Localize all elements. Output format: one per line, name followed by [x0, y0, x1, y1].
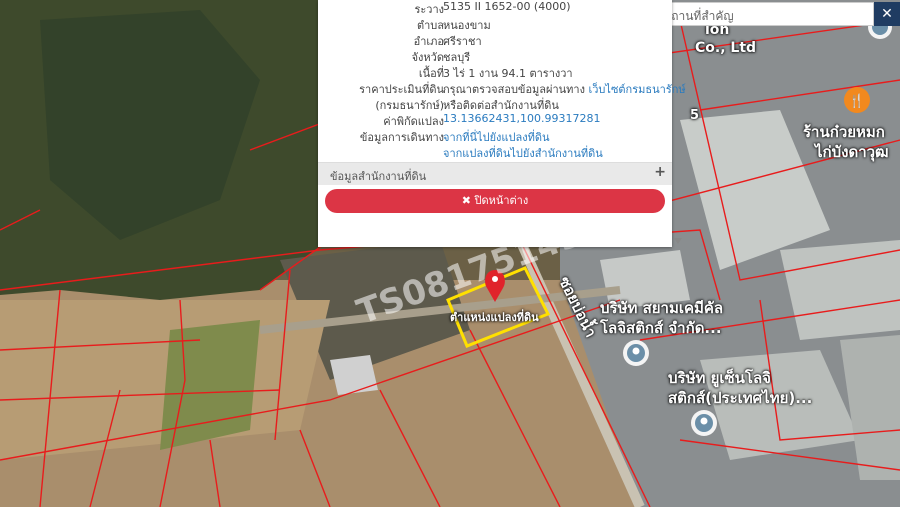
- shop-label-2[interactable]: ไก่บังดาวุฒ: [815, 140, 889, 164]
- close-icon[interactable]: ✕: [874, 2, 900, 26]
- place-icon-siam-chemical[interactable]: [623, 340, 649, 366]
- travel-link-to-office[interactable]: จากแปลงที่ดินไปยังสำนักงานที่ดิน: [443, 144, 603, 162]
- expand-icon[interactable]: +: [654, 164, 666, 180]
- info-row-travel-2: จากแปลงที่ดินไปยังสำนักงานที่ดิน: [318, 144, 672, 160]
- place-label-siam-chemical-2[interactable]: โลจิสติกส์ จำกัด...: [600, 316, 722, 340]
- small-building: [330, 355, 378, 395]
- price-text-prefix: กรุณาตรวจสอบข้อมูลผ่านทาง: [443, 83, 585, 96]
- svg-text:🍴: 🍴: [849, 93, 865, 109]
- row-value: 5135 II 1652-00 (4000): [443, 0, 571, 13]
- info-row-area: เนื้อที่ 3 ไร่ 1 งาน 94.1 ตารางวา: [318, 64, 672, 80]
- place-icon-yusen-logistics[interactable]: [691, 410, 717, 436]
- info-row-coords: ค่าพิกัดแปลง 13.13662431,100.99317281: [318, 112, 672, 128]
- close-popup-button[interactable]: ✖ ปิดหน้าต่าง: [325, 189, 665, 213]
- info-row-price: ราคาประเมินที่ดิน กรุณาตรวจสอบข้อมูลผ่าน…: [318, 80, 685, 96]
- land-office-section[interactable]: ข้อมูลสำนักงานที่ดิน +: [318, 162, 672, 185]
- scroll-down-icon[interactable]: [674, 238, 682, 244]
- info-row-district: อำเภอ ศรีราชา: [318, 32, 672, 48]
- restaurant-icon[interactable]: 🍴: [844, 87, 870, 113]
- parcel-label: ตำแหน่งแปลงที่ดิน: [450, 311, 539, 324]
- info-row-subdistrict: ตำบล หนองขาม: [318, 16, 672, 32]
- place-label-yusen-2[interactable]: สติกส์(ประเทศไทย)...: [668, 386, 812, 410]
- info-row-province: จังหวัด ชลบุรี: [318, 48, 672, 64]
- treasury-link[interactable]: เว็บไซต์กรมธนารักษ์: [589, 83, 686, 96]
- land-office-label: ข้อมูลสำนักงานที่ดิน: [330, 170, 427, 183]
- road-number-label: 5: [690, 108, 700, 123]
- company-label-2[interactable]: Co., Ltd: [695, 40, 756, 56]
- coord-link[interactable]: 13.13662431,100.99317281: [443, 112, 600, 125]
- parcel-info-popup: ระวาง 5135 II 1652-00 (4000) ตำบล หนองขา…: [318, 0, 686, 247]
- info-row-price-2: (กรมธนารักษ์) หรือติดต่อสำนักงานที่ดิน: [318, 96, 672, 112]
- info-row-travel: ข้อมูลการเดินทาง จากที่นี่ไปยังแปลงที่ดิ…: [318, 128, 672, 144]
- info-row-sheet: ระวาง 5135 II 1652-00 (4000): [318, 0, 672, 16]
- warehouse-roof-2: [780, 240, 900, 340]
